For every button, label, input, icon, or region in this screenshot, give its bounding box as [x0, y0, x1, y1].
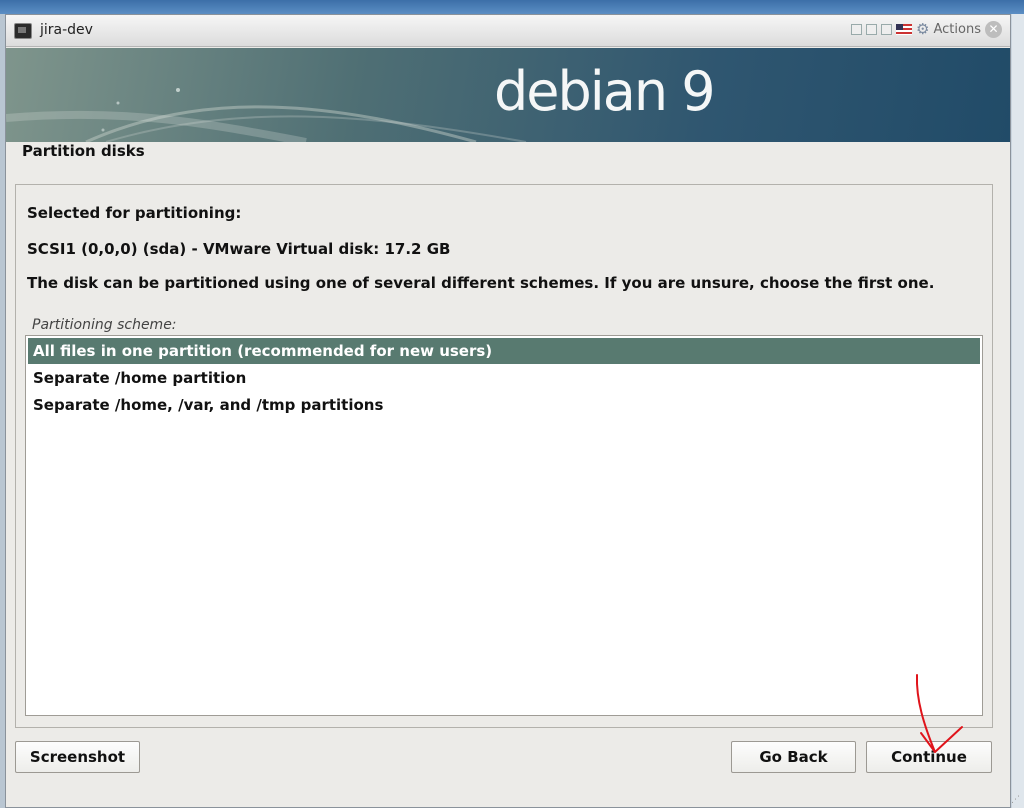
minimize-icon[interactable]	[851, 24, 863, 35]
console-icon	[14, 23, 32, 39]
restore-icon[interactable]	[866, 24, 878, 35]
option-separate-home[interactable]: Separate /home partition	[28, 365, 980, 391]
selected-label: Selected for partitioning:	[27, 204, 242, 222]
keyboard-flag-icon[interactable]	[896, 24, 913, 35]
partition-panel: Selected for partitioning: SCSI1 (0,0,0)…	[15, 184, 993, 728]
window-title: jira-dev	[40, 22, 93, 38]
partition-scheme-list[interactable]: All files in one partition (recommended …	[25, 335, 983, 716]
resize-grip-icon[interactable]: ⋰	[1011, 795, 1020, 805]
maximize-icon[interactable]	[881, 24, 893, 35]
window-titlebar[interactable]: jira-dev ⚙ Actions ✕	[6, 15, 1010, 47]
explanation-text: The disk can be partitioned using one of…	[27, 274, 935, 292]
host-desktop-strip	[0, 0, 1024, 14]
debian-banner: debian 9	[6, 48, 1010, 142]
continue-button[interactable]: Continue	[866, 741, 992, 773]
scheme-label: Partitioning scheme:	[32, 317, 177, 333]
page-title: Partition disks	[22, 142, 145, 160]
debian-logo: debian 9	[494, 60, 716, 123]
screenshot-button[interactable]: Screenshot	[15, 741, 140, 773]
disk-info: SCSI1 (0,0,0) (sda) - VMware Virtual dis…	[27, 240, 451, 258]
actions-menu[interactable]: Actions	[934, 22, 982, 37]
option-all-in-one[interactable]: All files in one partition (recommended …	[28, 338, 980, 364]
host-desktop-edge-right	[1012, 14, 1024, 808]
option-separate-home-var-tmp[interactable]: Separate /home, /var, and /tmp partition…	[28, 392, 980, 418]
gear-icon[interactable]: ⚙	[916, 22, 929, 37]
go-back-button[interactable]: Go Back	[731, 741, 856, 773]
titlebar-controls: ⚙ Actions ✕	[851, 21, 1002, 38]
close-icon[interactable]: ✕	[985, 21, 1002, 38]
